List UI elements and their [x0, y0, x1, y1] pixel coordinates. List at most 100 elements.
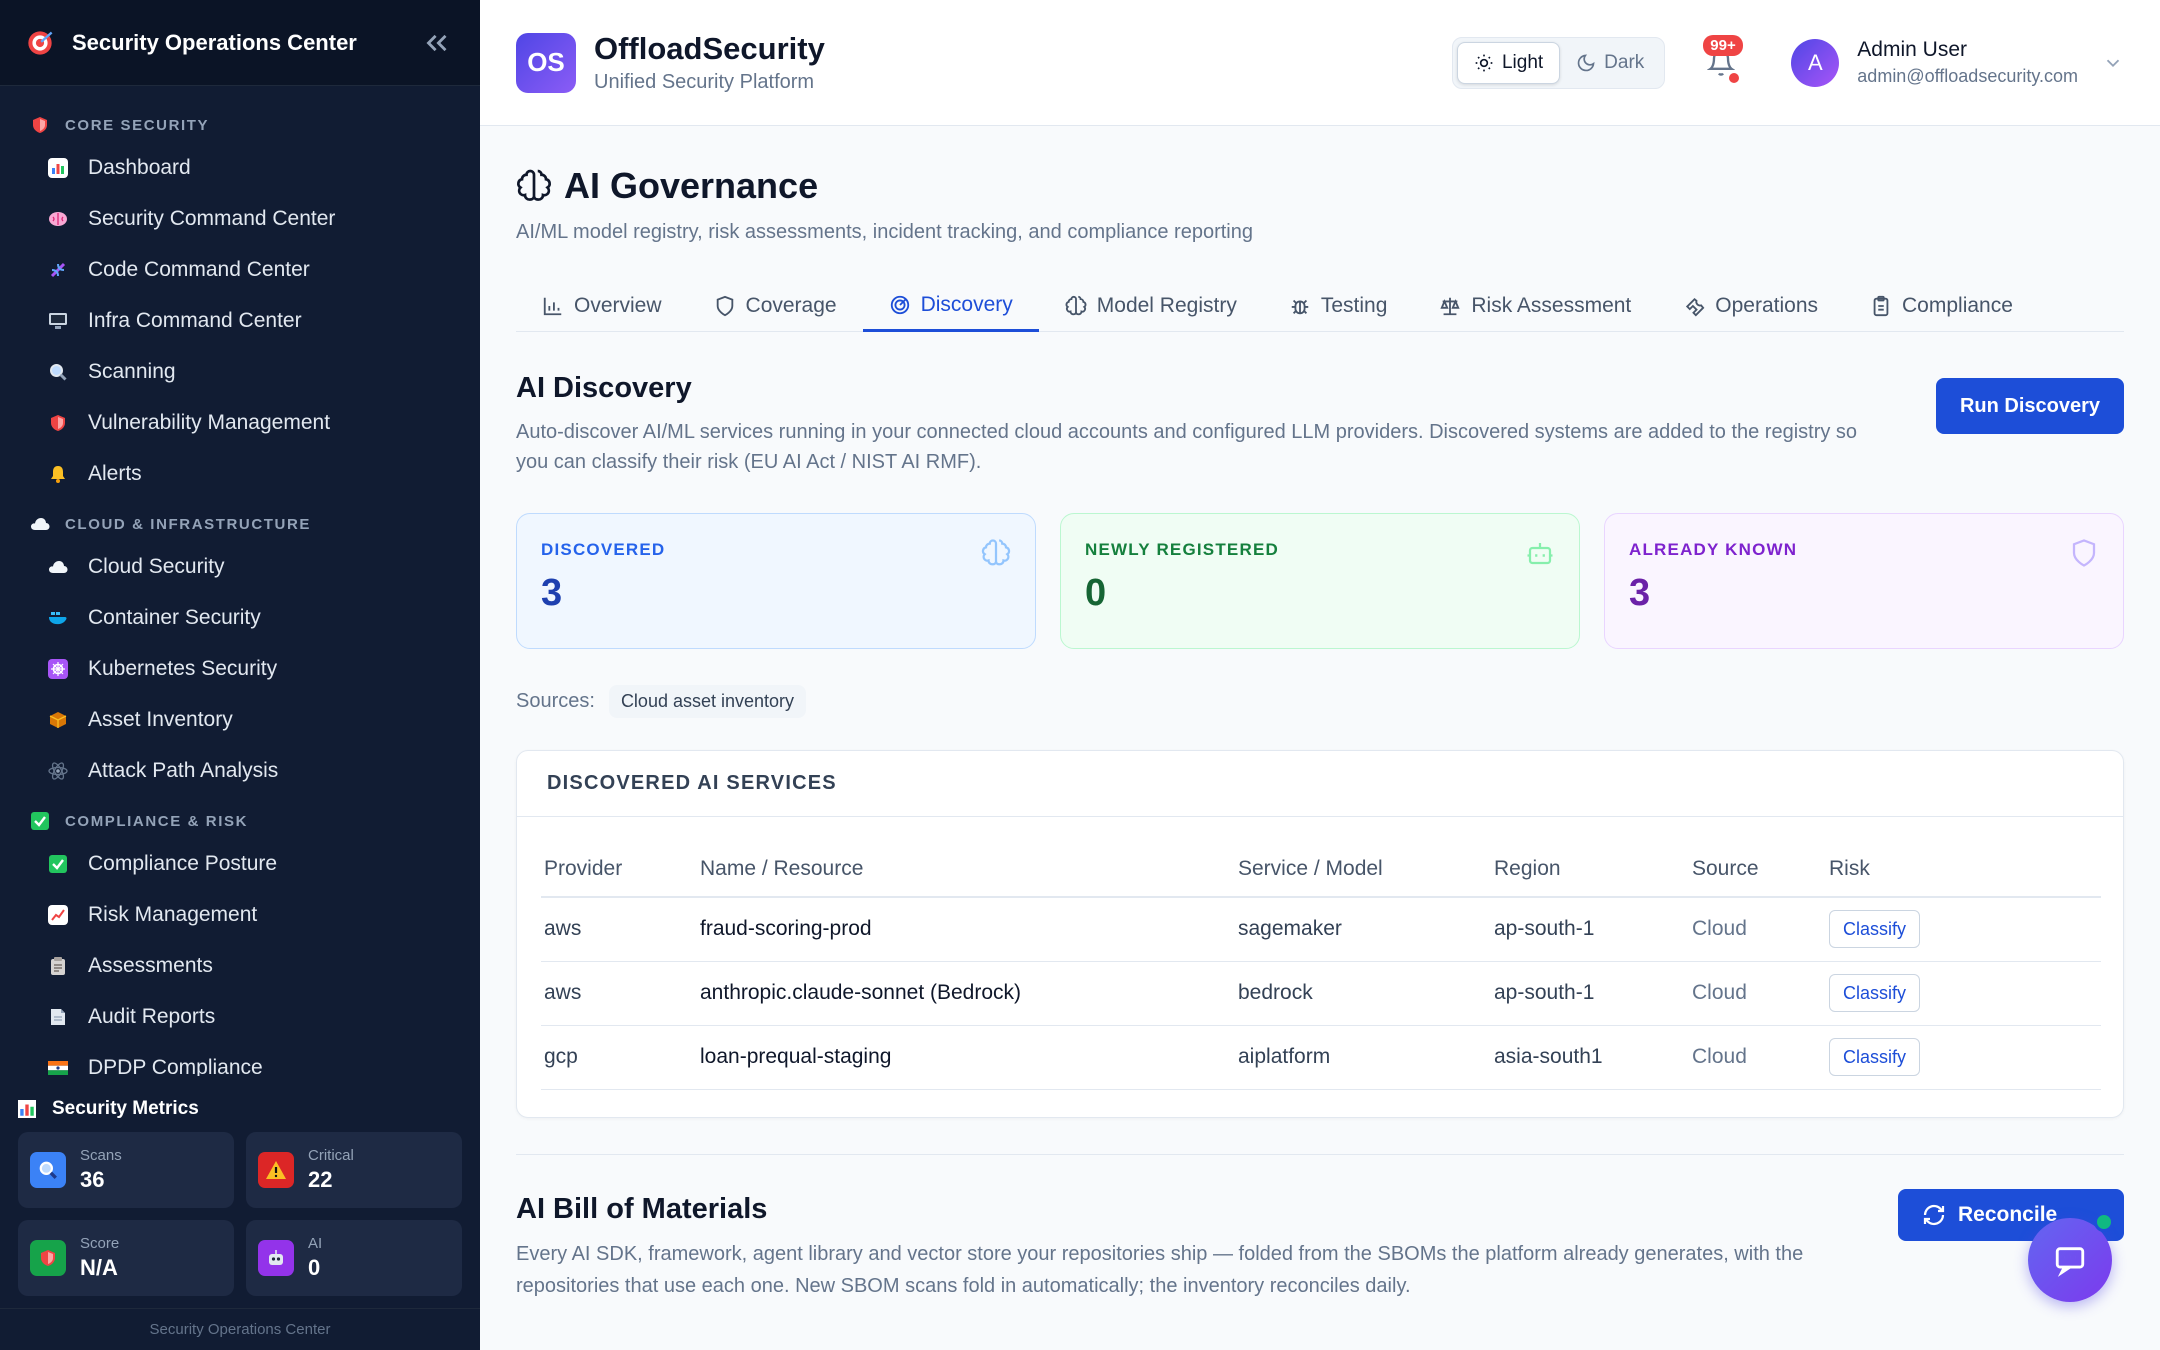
sidebar-item-security-command-center[interactable]: Security Command Center	[0, 193, 480, 244]
brand-subtitle: Unified Security Platform	[594, 71, 815, 93]
table-row: aws anthropic.claude-sonnet (Bedrock) be…	[541, 961, 2101, 1026]
ai-bom-title: AI Bill of Materials	[516, 1193, 768, 1225]
stat-card-already-known: ALREADY KNOWN 3	[1604, 513, 2124, 649]
target-icon	[28, 30, 53, 55]
ai-discovery-title: AI Discovery	[516, 372, 692, 404]
column-header[interactable]: Source	[1689, 841, 1826, 898]
sidebar-item-assessments[interactable]: Assessments	[0, 940, 480, 991]
sidebar-item-vulnerability-management[interactable]: Vulnerability Management	[0, 397, 480, 448]
notifications-button[interactable]: 99+	[1701, 34, 1743, 83]
online-status-dot	[2094, 1212, 2114, 1232]
user-info[interactable]: Admin User admin@offloadsecurity.com	[1857, 38, 2078, 87]
bar-chart-icon	[48, 157, 68, 178]
table-row: aws fraud-scoring-prod sagemaker ap-sout…	[541, 897, 2101, 962]
metric-card-critical[interactable]: Critical 22	[246, 1132, 462, 1208]
sidebar-nav[interactable]: CORE SECURITY Dashboard Security Command…	[0, 86, 480, 1076]
tab-model-registry[interactable]: Model Registry	[1039, 280, 1263, 332]
stat-card-newly-registered: NEWLY REGISTERED 0	[1060, 513, 1580, 649]
helm-icon	[48, 658, 68, 679]
refresh-icon	[1923, 1204, 1945, 1226]
tab-testing[interactable]: Testing	[1263, 280, 1414, 332]
tab-coverage[interactable]: Coverage	[688, 280, 863, 332]
tab-operations[interactable]: Operations	[1657, 280, 1844, 332]
brand: OffloadSecurity Unified Security Platfor…	[594, 31, 1452, 94]
column-header[interactable]: Service / Model	[1235, 841, 1491, 898]
sidebar-item-cloud-security[interactable]: Cloud Security	[0, 541, 480, 592]
security-metrics-title: Security Metrics	[18, 1086, 462, 1132]
column-header[interactable]: Name / Resource	[697, 841, 1235, 898]
document-icon	[48, 1007, 68, 1027]
clipboard-icon	[48, 956, 68, 976]
source-chip: Cloud asset inventory	[608, 685, 807, 718]
sidebar-item-dpdp-compliance[interactable]: DPDP Compliance	[0, 1042, 480, 1076]
sidebar-item-code-command-center[interactable]: Code Command Center	[0, 244, 480, 295]
magnifier-icon	[48, 362, 68, 382]
scale-icon	[1440, 297, 1461, 316]
sidebar-section-core-security: CORE SECURITY	[0, 108, 480, 142]
sidebar-item-audit-reports[interactable]: Audit Reports	[0, 991, 480, 1042]
sidebar-section-cloud-infrastructure: CLOUD & INFRASTRUCTURE	[0, 507, 480, 541]
classify-button[interactable]: Classify	[1829, 1038, 1921, 1076]
tab-overview[interactable]: Overview	[516, 280, 688, 332]
whale-icon	[48, 608, 68, 628]
sidebar-item-risk-management[interactable]: Risk Management	[0, 889, 480, 940]
discovery-stats: DISCOVERED 3 NEWLY REGISTERED 0 ALREADY …	[516, 513, 2124, 649]
sidebar-item-scanning[interactable]: Scanning	[0, 346, 480, 397]
tab-bar: Overview Coverage Discovery Model Regist…	[516, 280, 2124, 332]
ai-discovery-description: Auto-discover AI/ML services running in …	[516, 421, 1858, 473]
column-header[interactable]: Risk	[1826, 841, 2101, 898]
sun-icon	[1475, 54, 1493, 71]
classify-button[interactable]: Classify	[1829, 910, 1921, 949]
ai-bom-section: AI Bill of Materials Every AI SDK, frame…	[516, 1189, 2124, 1302]
sidebar-item-infra-command-center[interactable]: Infra Command Center	[0, 295, 480, 346]
section-divider	[516, 1154, 2124, 1155]
brain-icon	[981, 539, 1011, 566]
tab-discovery[interactable]: Discovery	[862, 280, 1039, 332]
brain-icon	[1065, 295, 1087, 316]
collapse-sidebar-icon[interactable]	[420, 26, 454, 60]
sidebar-item-container-security[interactable]: Container Security	[0, 592, 480, 643]
main-content: AI Governance AI/ML model registry, risk…	[480, 127, 2160, 1350]
check-box-icon	[30, 811, 50, 831]
metric-card-ai[interactable]: AI 0	[246, 1220, 462, 1296]
column-header[interactable]: Provider	[541, 841, 697, 898]
page-title: AI Governance	[516, 165, 2124, 207]
table-header-row: Provider Name / Resource Service / Model…	[541, 841, 2101, 898]
user-name: Admin User	[1857, 38, 1967, 61]
light-theme-button[interactable]: Light	[1456, 41, 1561, 84]
bar-chart-icon	[543, 297, 562, 316]
shield-icon	[716, 295, 733, 317]
column-header[interactable]: Region	[1491, 841, 1689, 898]
metric-card-scans[interactable]: Scans 36	[18, 1132, 234, 1208]
tab-compliance[interactable]: Compliance	[1844, 280, 2039, 332]
brand-logo[interactable]: OS	[516, 32, 576, 93]
shield-icon	[30, 115, 50, 135]
brain-icon	[48, 209, 68, 229]
metric-card-score[interactable]: Score N/A	[18, 1220, 234, 1296]
dark-theme-button[interactable]: Dark	[1560, 42, 1660, 84]
sidebar-item-alerts[interactable]: Alerts	[0, 448, 480, 499]
bar-chart-icon	[18, 1100, 36, 1118]
sidebar-item-asset-inventory[interactable]: Asset Inventory	[0, 694, 480, 745]
sidebar-footer: Security Operations Center	[0, 1308, 480, 1350]
shield-icon	[48, 413, 68, 433]
sidebar-header: Security Operations Center	[0, 0, 480, 86]
sidebar-item-dashboard[interactable]: Dashboard	[0, 142, 480, 193]
tab-risk-assessment[interactable]: Risk Assessment	[1413, 280, 1657, 332]
page-description: AI/ML model registry, risk assessments, …	[516, 221, 1253, 243]
run-discovery-button[interactable]: Run Discovery	[1935, 378, 2124, 434]
top-header: OS OffloadSecurity Unified Security Plat…	[480, 0, 2160, 126]
sidebar-item-attack-path-analysis[interactable]: Attack Path Analysis	[0, 745, 480, 796]
moon-icon	[1577, 53, 1595, 71]
chevron-down-icon[interactable]	[2102, 52, 2124, 74]
sidebar-item-kubernetes-security[interactable]: Kubernetes Security	[0, 643, 480, 694]
sidebar-item-compliance-posture[interactable]: Compliance Posture	[0, 838, 480, 889]
discovered-services-card: DISCOVERED AI SERVICES Provider Name / R…	[516, 750, 2124, 1118]
brand-name: OffloadSecurity	[594, 31, 825, 66]
chat-assistant-button[interactable]	[2028, 1212, 2114, 1302]
cloud-icon	[30, 514, 50, 534]
classify-button[interactable]: Classify	[1829, 974, 1921, 1012]
avatar[interactable]: A	[1791, 38, 1840, 87]
sidebar: Security Operations Center CORE SECURITY…	[0, 0, 480, 1350]
theme-toggle: Light Dark	[1451, 36, 1666, 89]
